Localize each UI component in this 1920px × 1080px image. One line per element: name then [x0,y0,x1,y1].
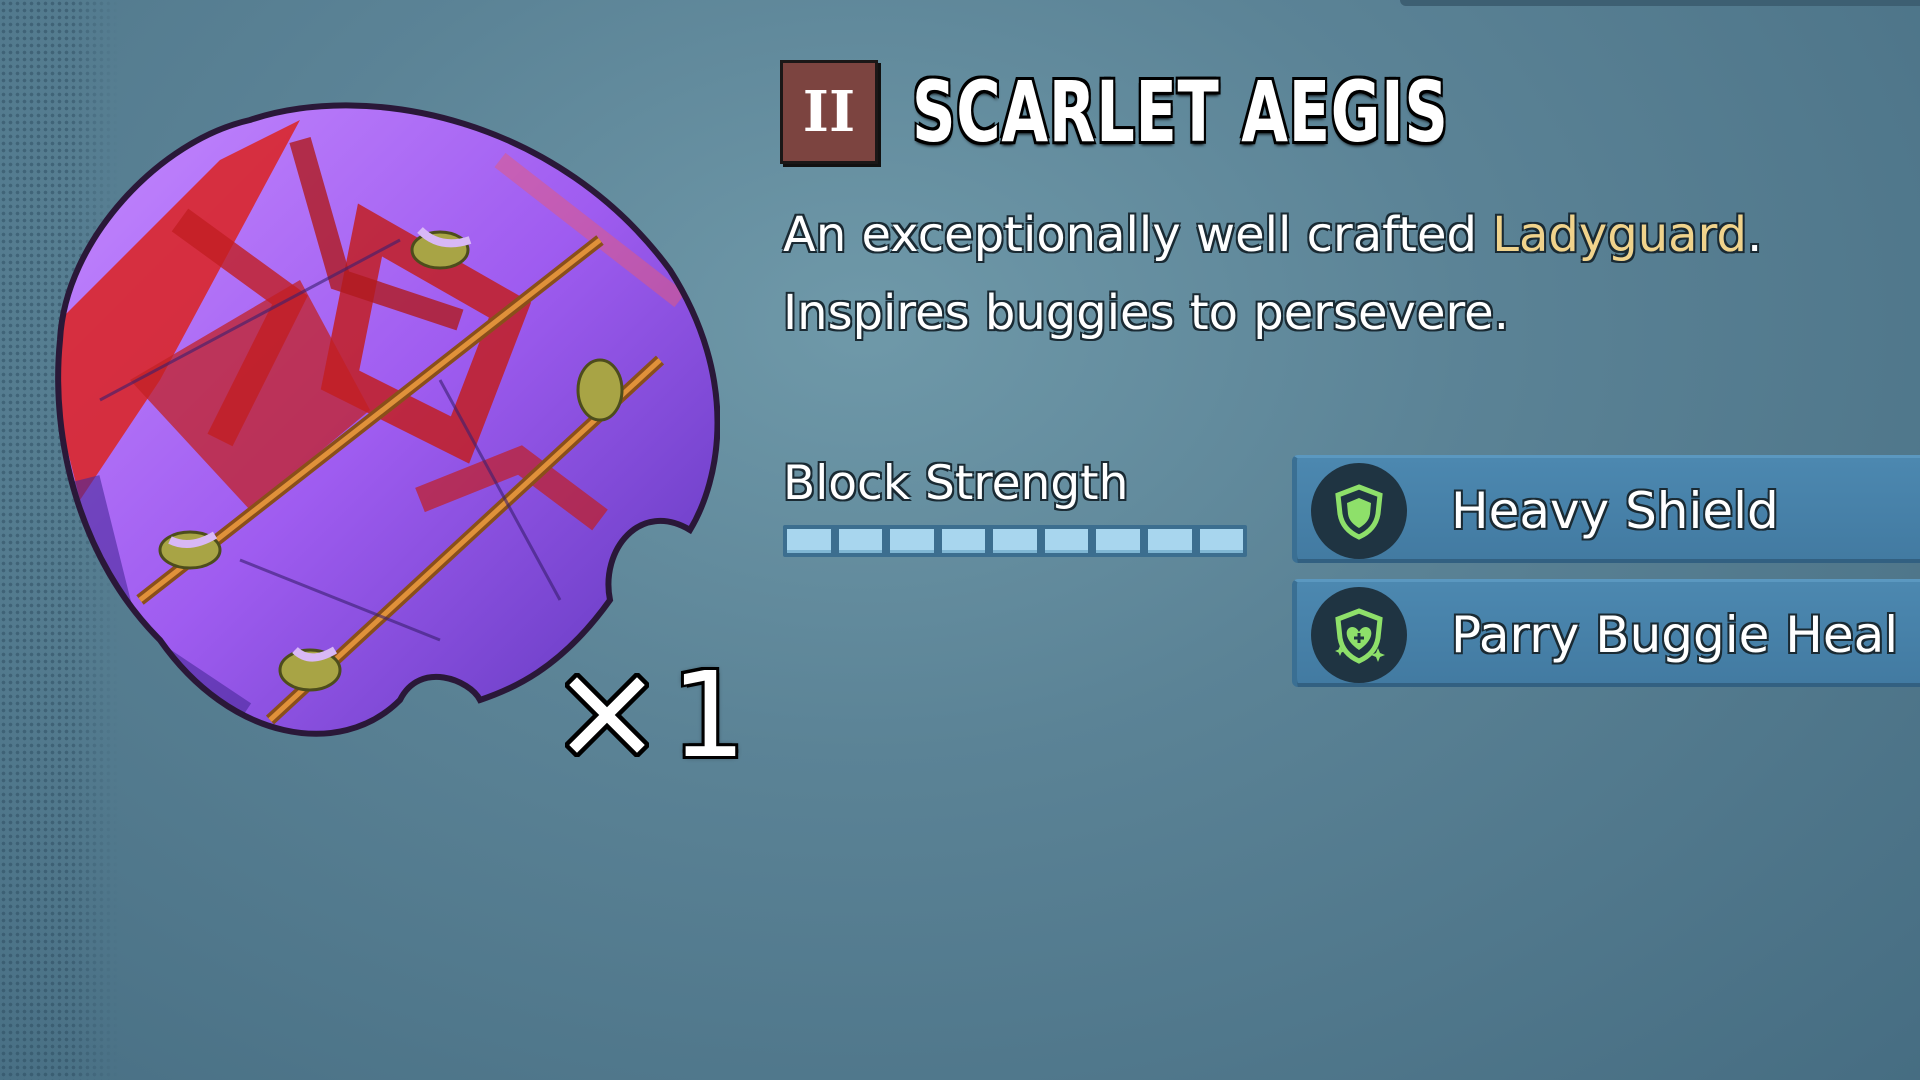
stat-bar-segment [1147,529,1192,553]
quantity-indicator: 1 [565,650,746,780]
parry-heal-icon [1311,586,1407,683]
perk-label: Heavy Shield [1451,481,1779,540]
multiply-icon [565,673,649,757]
tier-label: II [802,79,856,145]
item-header: II SCARLET AEGIS [780,60,1657,164]
stat-bar-segment [787,529,831,553]
item-title: SCARLET AEGIS [912,63,1449,161]
tier-badge: II [780,60,878,164]
stat-bar-segment [993,529,1037,553]
perk-label: Parry Buggie Heal [1451,605,1899,664]
stat-bar-segment [1044,529,1089,553]
stat-bar-segment [941,529,986,553]
stat-bar [783,525,1247,557]
stat-bar-segment [1199,529,1244,553]
stat-label: Block Strength [783,456,1129,511]
item-description: An exceptionally well crafted Ladyguard.… [783,196,1883,352]
stat-bar-segment [838,529,883,553]
description-highlight: Ladyguard [1492,207,1747,263]
perk-heavy-shield: Heavy Shield [1292,455,1920,563]
stat-bar-segment [890,529,934,553]
perk-list: Heavy Shield Parry Buggie Heal [1292,455,1920,703]
stat-block-strength: Block Strength [783,456,1247,557]
description-suffix: . [1746,207,1763,263]
description-prefix: An exceptionally well crafted [783,207,1493,263]
top-panel-edge [1400,0,1920,6]
stat-bar-segment [1096,529,1140,553]
perk-parry-buggie-heal: Parry Buggie Heal [1292,579,1920,687]
description-line-2: Inspires buggies to persevere. [783,285,1509,341]
quantity-value: 1 [671,646,747,784]
heavy-shield-icon [1311,462,1407,559]
